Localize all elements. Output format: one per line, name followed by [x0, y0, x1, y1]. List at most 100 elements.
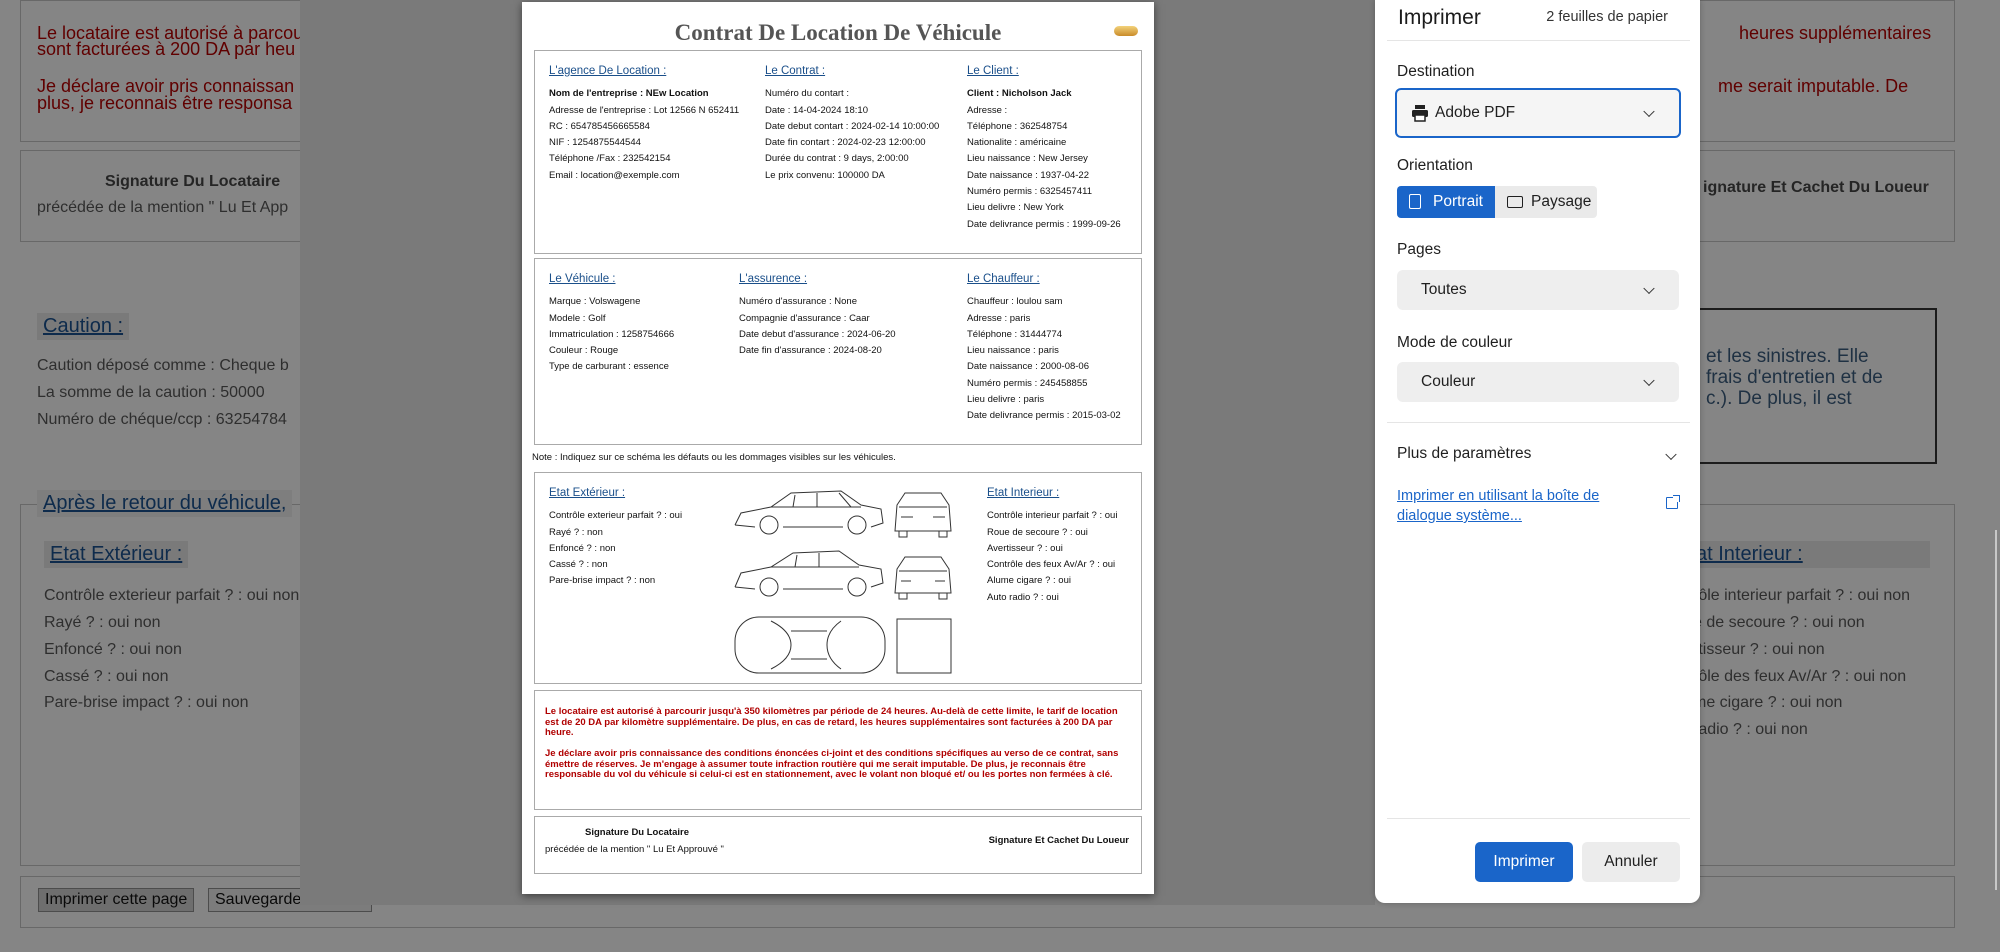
landscape-toggle[interactable]: Paysage: [1495, 186, 1597, 218]
int-column: Etat Interieur : Contrôle interieur parf…: [987, 485, 1117, 606]
chevron-down-icon: [1643, 374, 1655, 387]
chauffeur-line: Date delivrance permis : 2015-03-02: [967, 410, 1121, 422]
chauffeur-heading: Le Chauffeur :: [967, 273, 1040, 285]
contrat-line: Date : 14-04-2024 18:10: [765, 104, 868, 116]
agence-column: L'agence De Location : Nom de l'entrepri…: [549, 63, 739, 184]
terms-box: Le locataire est autorisé à parcourir ju…: [534, 690, 1142, 810]
assurance-line: Date fin d'assurance : 2024-08-20: [739, 345, 882, 357]
client-line: Téléphone : 362548754: [967, 120, 1068, 132]
assurance-line: Compagnie d'assurance : Caar: [739, 312, 870, 324]
cancel-button[interactable]: Annuler: [1582, 842, 1680, 882]
more-settings-label: Plus de paramètres: [1397, 445, 1532, 462]
agence-line: Adresse de l'entreprise : Lot 12566 N 65…: [549, 104, 740, 116]
chevron-down-icon: [1643, 105, 1655, 118]
assurance-heading: L'assurence :: [739, 273, 808, 285]
agence-line: NIF : 1254875544544: [549, 137, 641, 149]
ext-line: Rayé ? : non: [549, 526, 603, 538]
int-line: Alume cigare ? : oui: [987, 575, 1071, 587]
page-scrollbar[interactable]: [1995, 530, 1997, 890]
vehicule-line: Type de carburant : essence: [549, 361, 669, 373]
contrat-line: Date debut contart : 2024-02-14 10:00:00: [765, 120, 940, 132]
dialog-title: Imprimer: [1398, 6, 1481, 29]
contrat-line: Le prix convenu: 100000 DA: [765, 169, 885, 181]
agence-heading: L'agence De Location :: [549, 65, 667, 77]
condition-box: Etat Extérieur : Contrôle exterieur parf…: [534, 472, 1142, 684]
int-line: Contrôle interieur parfait ? : oui: [987, 510, 1118, 522]
orientation-label: Orientation: [1397, 157, 1473, 174]
vehicule-column: Le Véhicule : Marque : Volswagene Modele…: [549, 271, 674, 376]
printer-icon: [1412, 105, 1428, 122]
client-line: Lieu delivre : New York: [967, 202, 1064, 214]
company-logo-icon: [1114, 26, 1138, 36]
color-mode-select[interactable]: Couleur: [1397, 362, 1679, 402]
client-line: Date naissance : 1937-04-22: [967, 169, 1089, 181]
sheet-count: 2 feuilles de papier: [1546, 9, 1668, 25]
chauffeur-column: Le Chauffeur : Chauffeur : loulou sam Ad…: [967, 271, 1121, 425]
client-column: Le Client : Client : Nicholson Jack Adre…: [967, 63, 1121, 233]
chevron-down-icon: [1665, 448, 1677, 461]
destination-label: Destination: [1397, 63, 1475, 80]
contrat-line: Durée du contrat : 9 days, 2:00:00: [765, 153, 909, 165]
assurance-column: L'assurence : Numéro d'assurance : None …: [739, 271, 896, 359]
chauffeur-line: Lieu delivre : paris: [967, 394, 1045, 406]
vehicule-line: Modele : Golf: [549, 312, 606, 324]
sig-left-sub: précédée de la mention " Lu Et Approuvé …: [545, 844, 724, 855]
vehicule-line: Marque : Volswagene: [549, 296, 641, 308]
client-line: Lieu naissance : New Jersey: [967, 153, 1088, 165]
sig-right: Signature Et Cachet Du Loueur: [988, 835, 1129, 846]
terms-paragraph-1: Le locataire est autorisé à parcourir ju…: [545, 706, 1118, 738]
pages-select[interactable]: Toutes: [1397, 270, 1679, 310]
client-line: Nationalite : américaine: [967, 137, 1067, 149]
vehicule-line: Immatriculation : 1258754666: [549, 328, 675, 340]
contrat-line: Date fin contart : 2024-02-23 12:00:00: [765, 137, 926, 149]
int-line: Auto radio ? : oui: [987, 591, 1059, 603]
int-line: Avertisseur ? : oui: [987, 542, 1063, 554]
chauffeur-line: Numéro permis : 245458855: [967, 377, 1088, 389]
color-mode-value: Couleur: [1421, 373, 1476, 390]
damage-note: Note : Indiquez sur ce schéma les défaut…: [532, 452, 896, 463]
color-mode-label: Mode de couleur: [1397, 334, 1513, 351]
divider: [1387, 40, 1690, 41]
int-line: Roue de secoure ? : oui: [987, 526, 1088, 538]
agence-line: Téléphone /Fax : 232542154: [549, 153, 671, 165]
agence-line: RC : 654785456665584: [549, 120, 650, 132]
portrait-label: Portrait: [1433, 193, 1483, 210]
system-dialog-link[interactable]: Imprimer en utilisant la boîte de dialog…: [1397, 486, 1637, 526]
chauffeur-line: Lieu naissance : paris: [967, 345, 1059, 357]
terms-paragraph-2: Je déclare avoir pris connaissance des c…: [545, 748, 1119, 780]
contract-title: Contrat De Location De Véhicule: [674, 20, 1002, 45]
agence-line: Email : location@exemple.com: [549, 169, 680, 181]
chevron-down-icon: [1643, 282, 1655, 295]
vehicule-heading: Le Véhicule :: [549, 273, 616, 285]
info-box-top: L'agence De Location : Nom de l'entrepri…: [534, 50, 1142, 254]
int-heading: Etat Interieur :: [987, 487, 1060, 499]
client-line: Date delivrance permis : 1999-09-26: [967, 218, 1121, 230]
client-line: Client : Nicholson Jack: [967, 88, 1072, 100]
car-diagram-icon: [734, 490, 952, 674]
chauffeur-line: Téléphone : 31444774: [967, 328, 1063, 340]
destination-select[interactable]: Adobe PDF: [1395, 88, 1681, 138]
client-line: Numéro permis : 6325457411: [967, 186, 1092, 198]
assurance-line: Date debut d'assurance : 2024-06-20: [739, 328, 896, 340]
client-heading: Le Client :: [967, 65, 1019, 77]
agence-line: Nom de l'entreprise : NEw Location: [549, 88, 709, 100]
ext-line: Enfoncé ? : non: [549, 542, 616, 554]
print-button[interactable]: Imprimer: [1475, 842, 1573, 882]
sig-left-title: Signature Du Locataire: [585, 827, 689, 838]
signature-box: Signature Du Locataire précédée de la me…: [534, 816, 1142, 874]
external-link-icon: [1666, 495, 1680, 509]
landscape-label: Paysage: [1531, 193, 1592, 210]
client-line: Adresse :: [967, 104, 1008, 116]
contrat-line: Numéro du contart :: [765, 88, 849, 100]
more-settings-toggle[interactable]: Plus de paramètres: [1397, 445, 1679, 467]
ext-line: Contrôle exterieur parfait ? : oui: [549, 510, 683, 522]
chauffeur-line: Chauffeur : loulou sam: [967, 296, 1063, 308]
chauffeur-line: Date naissance : 2000-08-06: [967, 361, 1089, 373]
portrait-toggle[interactable]: Portrait: [1397, 186, 1495, 218]
landscape-page-icon: [1507, 196, 1523, 208]
ext-line: Cassé ? : non: [549, 559, 608, 571]
info-box-middle: Le Véhicule : Marque : Volswagene Modele…: [534, 258, 1142, 445]
destination-value: Adobe PDF: [1435, 104, 1516, 121]
ext-heading: Etat Extérieur :: [549, 487, 626, 499]
pages-label: Pages: [1397, 241, 1441, 258]
